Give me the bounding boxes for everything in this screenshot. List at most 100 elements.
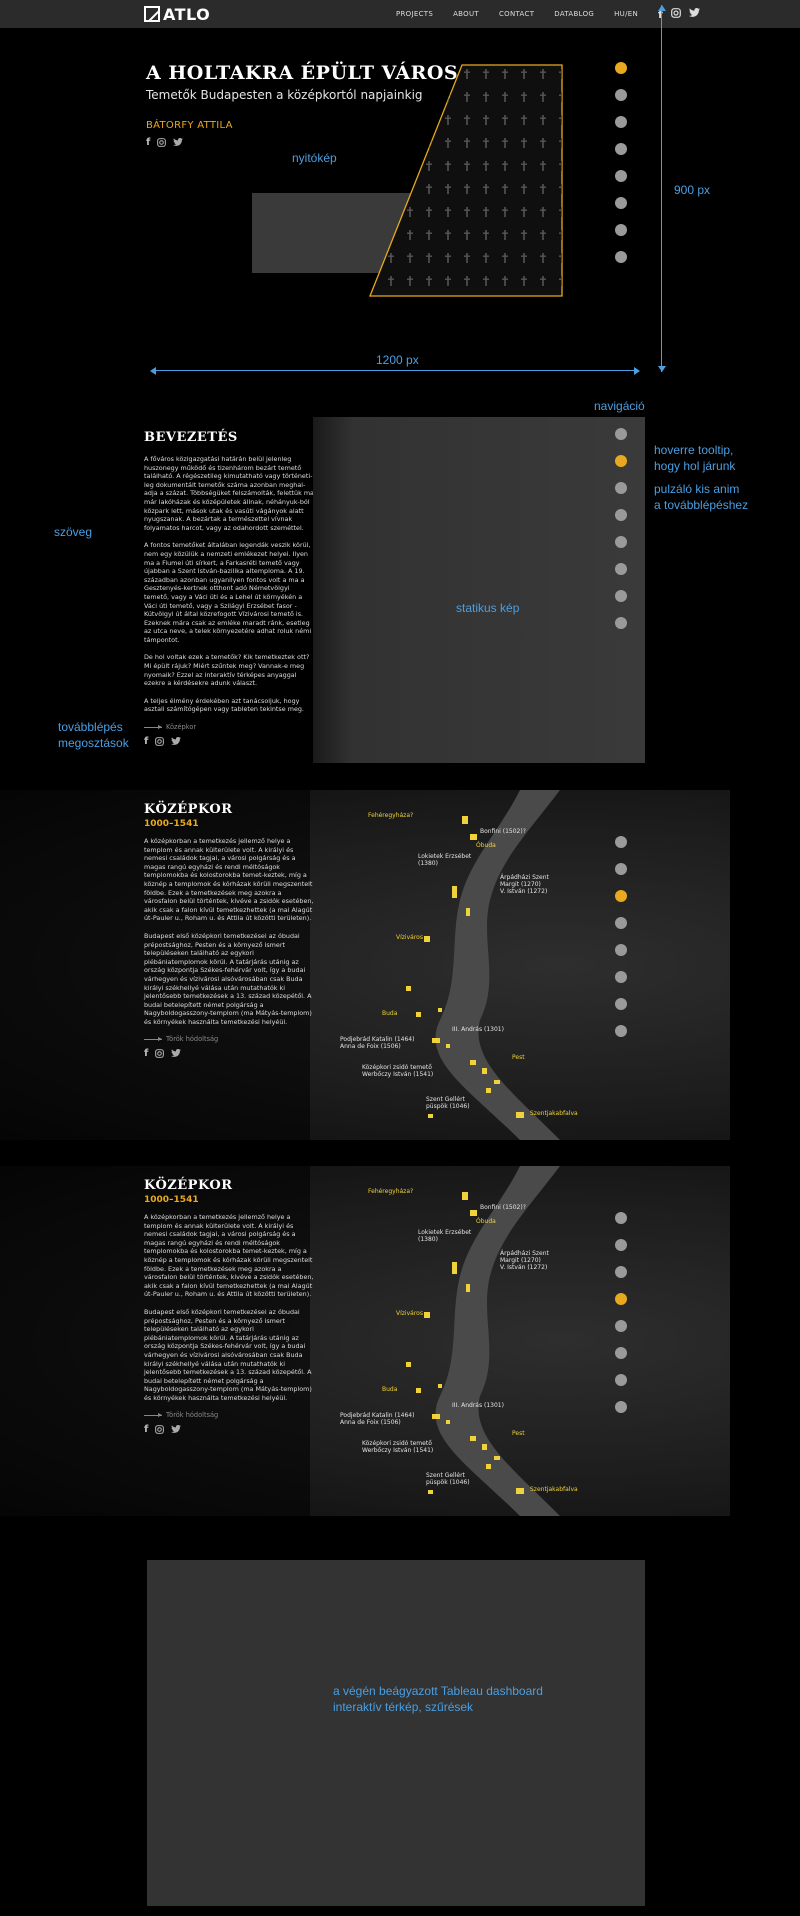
cemetery-marker[interactable] (486, 1464, 491, 1469)
section-nav-dot[interactable] (615, 563, 627, 575)
nav-contact[interactable]: CONTACT (499, 10, 534, 18)
section-nav-dot[interactable] (615, 998, 627, 1010)
section-nav-dots (615, 1212, 627, 1413)
cross-icon (370, 184, 375, 194)
cemetery-marker[interactable] (494, 1080, 500, 1084)
section-nav-dot[interactable] (615, 917, 627, 929)
section-nav-dot[interactable] (615, 863, 627, 875)
section-nav-dot[interactable] (615, 1293, 627, 1305)
section-nav-dot[interactable] (615, 1374, 627, 1386)
cross-icon (370, 115, 375, 125)
cemetery-marker[interactable] (466, 908, 470, 916)
map-label: Buda (382, 1386, 398, 1393)
instagram-icon[interactable] (155, 1049, 165, 1061)
cemetery-marker[interactable] (424, 1312, 430, 1318)
facebook-icon[interactable]: f (144, 1425, 148, 1437)
section-nav-dot[interactable] (615, 617, 627, 629)
instagram-icon[interactable] (155, 737, 165, 749)
section-nav-dot[interactable] (615, 62, 627, 74)
twitter-icon[interactable] (688, 8, 700, 20)
cross-icon (445, 69, 451, 79)
cemetery-marker[interactable] (470, 1060, 476, 1065)
cemetery-marker[interactable] (438, 1384, 442, 1388)
section-nav-dot[interactable] (615, 1212, 627, 1224)
cemetery-marker[interactable] (466, 1284, 470, 1292)
arrow-right-icon (144, 724, 162, 729)
section-nav-dot[interactable] (615, 1239, 627, 1251)
section-nav-dot[interactable] (615, 1401, 627, 1413)
section-nav-dot[interactable] (615, 89, 627, 101)
cemetery-marker[interactable] (428, 1114, 433, 1118)
cemetery-marker[interactable] (424, 936, 430, 942)
cemetery-marker[interactable] (462, 816, 468, 824)
cemetery-marker[interactable] (470, 1210, 477, 1216)
section-nav-dot[interactable] (615, 836, 627, 848)
twitter-icon[interactable] (171, 1425, 182, 1437)
next-section-link[interactable]: Török hódoltság (144, 1035, 314, 1043)
cemetery-marker[interactable] (462, 1192, 468, 1200)
section-nav-dot[interactable] (615, 482, 627, 494)
cemetery-marker[interactable] (446, 1044, 450, 1048)
cemetery-marker[interactable] (470, 834, 477, 840)
section-nav-dot[interactable] (615, 944, 627, 956)
facebook-icon[interactable]: f (146, 138, 150, 150)
section-nav-dot[interactable] (615, 170, 627, 182)
section-nav-dot[interactable] (615, 536, 627, 548)
section-nav-dot[interactable] (615, 590, 627, 602)
instagram-icon[interactable] (157, 138, 167, 150)
next-section-link[interactable]: Török hódoltság (144, 1411, 314, 1419)
cemetery-marker[interactable] (416, 1012, 421, 1017)
next-section-link[interactable]: Középkor (144, 723, 314, 731)
cemetery-marker[interactable] (416, 1388, 421, 1393)
section-nav-dot[interactable] (615, 143, 627, 155)
cemetery-marker[interactable] (516, 1488, 524, 1494)
atlo-logo[interactable]: ATLO (144, 4, 210, 24)
cemetery-marker[interactable] (452, 1262, 457, 1274)
cemetery-marker[interactable] (452, 886, 457, 898)
cemetery-marker[interactable] (428, 1490, 433, 1494)
twitter-icon[interactable] (171, 1049, 182, 1061)
cemetery-marker[interactable] (406, 1362, 411, 1367)
map-label: Középkori zsidó temető Werbőczy István (… (362, 1440, 434, 1454)
section-nav-dot[interactable] (615, 971, 627, 983)
nav-about[interactable]: ABOUT (453, 10, 479, 18)
section-nav-dot[interactable] (615, 455, 627, 467)
nav-datablog[interactable]: DATABLOG (554, 10, 594, 18)
cemetery-marker[interactable] (516, 1112, 524, 1118)
section-nav-dot[interactable] (615, 224, 627, 236)
cemetery-marker[interactable] (446, 1420, 450, 1424)
section-nav-dot[interactable] (615, 509, 627, 521)
facebook-icon[interactable]: f (144, 1049, 148, 1061)
cemetery-marker[interactable] (482, 1068, 487, 1074)
cemetery-marker[interactable] (432, 1038, 440, 1043)
twitter-icon[interactable] (171, 737, 182, 749)
nav-projects[interactable]: PROJECTS (396, 10, 433, 18)
map-label: Középkori zsidó temető Werbőczy István (… (362, 1064, 434, 1078)
section-nav-dot[interactable] (615, 1320, 627, 1332)
cross-icon (388, 115, 394, 125)
nav-language-toggle[interactable]: HU/EN (614, 10, 638, 18)
cemetery-marker[interactable] (486, 1088, 491, 1093)
section-paragraph: Budapest első középkori temetkezései az … (144, 1307, 312, 1402)
cemetery-marker[interactable] (482, 1444, 487, 1450)
section-nav-dot[interactable] (615, 116, 627, 128)
cemetery-marker[interactable] (406, 986, 411, 991)
instagram-icon[interactable] (670, 7, 681, 21)
section-nav-dot[interactable] (615, 1025, 627, 1037)
twitter-icon[interactable] (173, 138, 184, 150)
facebook-icon[interactable]: f (144, 737, 148, 749)
cemetery-marker[interactable] (438, 1008, 442, 1012)
section-nav-dot[interactable] (615, 890, 627, 902)
cemetery-marker[interactable] (494, 1456, 500, 1460)
cemetery-marker[interactable] (470, 1436, 476, 1441)
section-nav-dot[interactable] (615, 1266, 627, 1278)
instagram-icon[interactable] (155, 1425, 165, 1437)
cemetery-marker[interactable] (432, 1414, 440, 1419)
section-nav-dot[interactable] (615, 197, 627, 209)
section-nav-dot[interactable] (615, 1347, 627, 1359)
section-nav-dot[interactable] (615, 428, 627, 440)
tableau-dashboard-embed[interactable] (147, 1560, 645, 1906)
logo-text: ATLO (163, 4, 211, 24)
cross-icon (426, 115, 432, 125)
section-nav-dot[interactable] (615, 251, 627, 263)
